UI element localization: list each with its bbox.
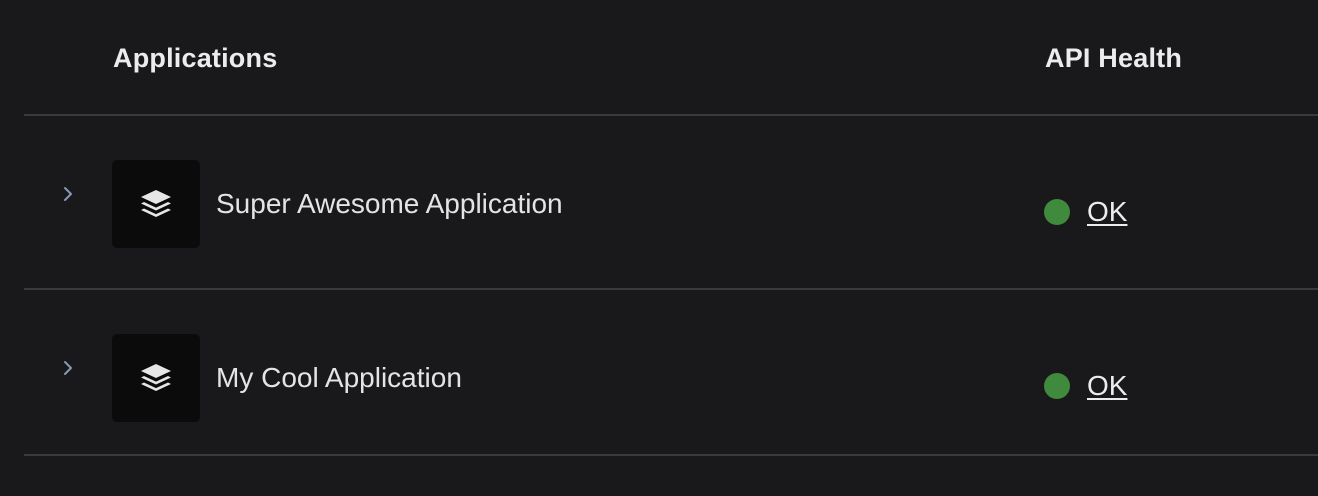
health-status-link[interactable]: OK bbox=[1087, 196, 1127, 228]
chevron-right-icon bbox=[64, 361, 72, 375]
application-name[interactable]: My Cool Application bbox=[216, 362, 462, 394]
api-health-status: OK bbox=[1044, 196, 1127, 228]
app-icon-tile bbox=[112, 334, 200, 422]
health-status-link[interactable]: OK bbox=[1087, 370, 1127, 402]
expand-row-button[interactable] bbox=[54, 354, 82, 382]
app-icon-tile bbox=[112, 160, 200, 248]
applications-column-header: Applications bbox=[113, 43, 278, 73]
status-dot-icon bbox=[1044, 199, 1070, 225]
layers-icon bbox=[141, 364, 171, 391]
status-dot-icon bbox=[1044, 373, 1070, 399]
table-row: Super Awesome Application OK bbox=[24, 116, 1318, 290]
application-name[interactable]: Super Awesome Application bbox=[216, 188, 563, 220]
expand-row-button[interactable] bbox=[54, 180, 82, 208]
chevron-right-icon bbox=[64, 187, 72, 201]
table-header: Applications API Health bbox=[24, 0, 1318, 116]
api-health-status: OK bbox=[1044, 370, 1127, 402]
table-row: My Cool Application OK bbox=[24, 290, 1318, 456]
layers-icon bbox=[141, 190, 171, 217]
api-health-column-header: API Health bbox=[1045, 43, 1183, 73]
applications-table: Applications API Health Super Awesome Ap… bbox=[24, 0, 1318, 456]
